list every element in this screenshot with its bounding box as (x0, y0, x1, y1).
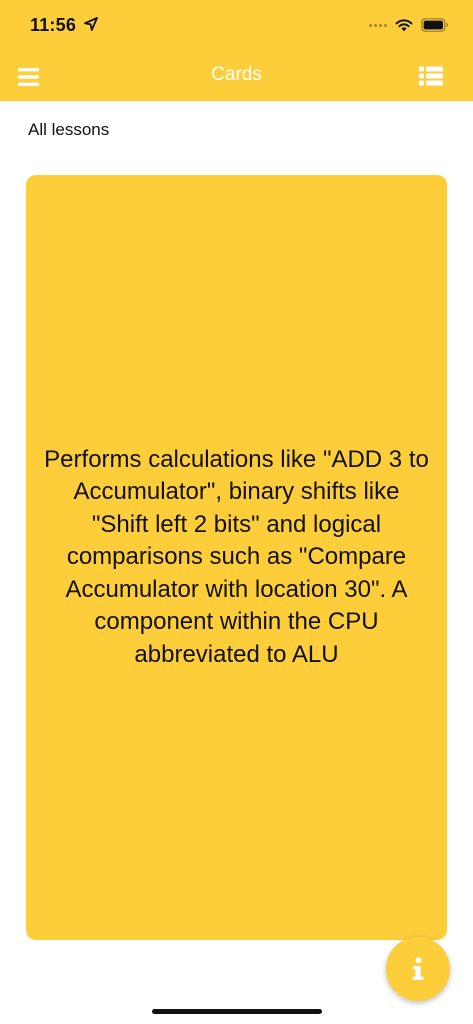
battery-icon (421, 18, 449, 32)
app-screen: 11:56 Cards All lessons Performs calcula… (0, 0, 473, 1024)
home-indicator[interactable] (152, 1009, 322, 1014)
info-icon (412, 957, 424, 980)
wifi-icon (395, 19, 413, 32)
flash-card[interactable]: Performs calculations like "ADD 3 to Acc… (26, 175, 447, 940)
cellular-signal-icon (369, 23, 387, 27)
page-title: Cards (211, 64, 262, 85)
card-text: Performs calculations like "ADD 3 to Acc… (44, 445, 429, 668)
info-button[interactable] (386, 937, 450, 1001)
top-bar: 11:56 Cards (0, 0, 473, 101)
status-time: 11:56 (30, 15, 77, 35)
lesson-filter-label[interactable]: All lessons (28, 120, 109, 140)
list-view-icon[interactable] (419, 66, 443, 86)
status-indicators (369, 16, 449, 34)
location-arrow-icon (84, 17, 98, 31)
